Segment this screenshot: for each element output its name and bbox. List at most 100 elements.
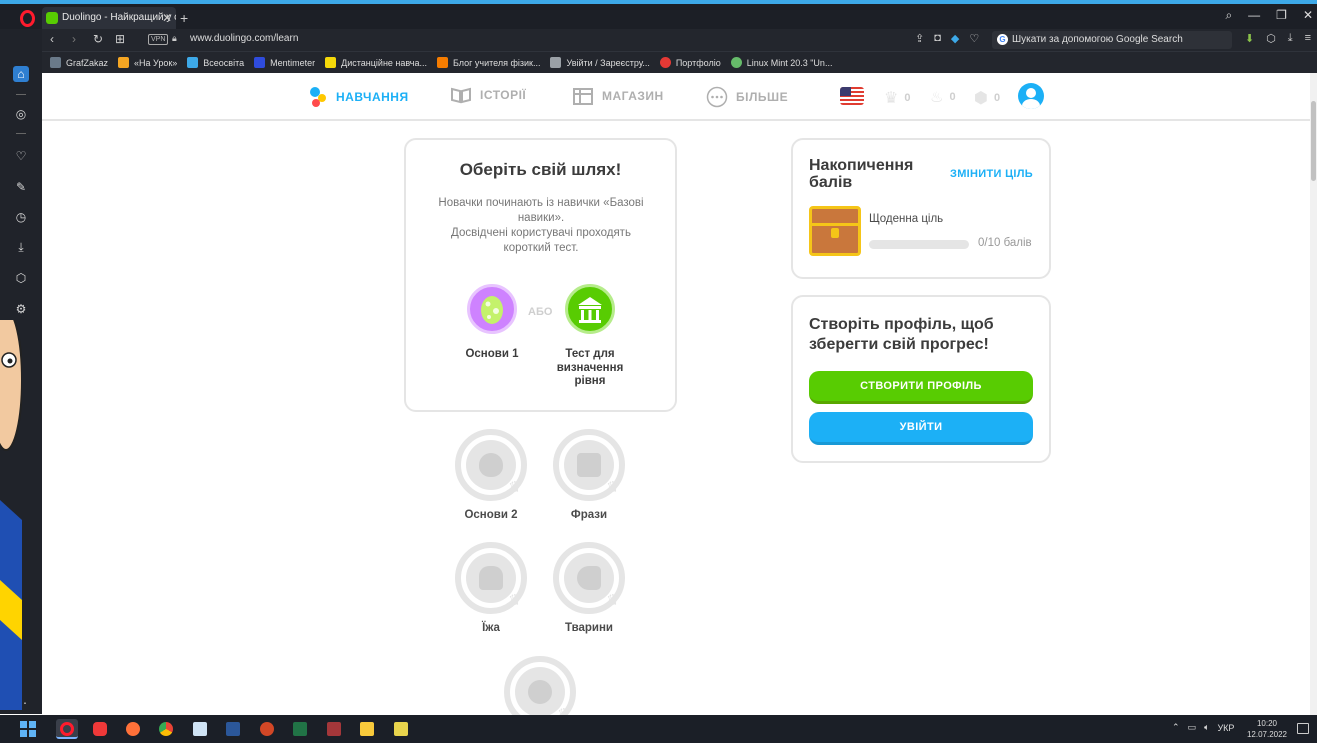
us-flag-icon[interactable] xyxy=(840,87,864,105)
language-indicator[interactable]: УКР xyxy=(1217,723,1234,733)
heart-icon[interactable]: ♡ xyxy=(13,148,29,164)
taskbar-vivaldi-icon[interactable] xyxy=(89,719,111,739)
egg-icon xyxy=(479,453,503,477)
tab-close-icon[interactable]: ✕ xyxy=(162,7,172,29)
cube-icon[interactable]: ⬡ xyxy=(1266,32,1276,45)
profile-avatar[interactable] xyxy=(1018,83,1044,109)
reload-icon[interactable]: ↻ xyxy=(93,32,103,46)
taskbar-explorer-icon[interactable] xyxy=(356,719,378,739)
network-icon[interactable]: ▭ xyxy=(1188,722,1197,733)
tray-chevron-icon[interactable]: ⌃ xyxy=(1172,722,1180,733)
egg-icon xyxy=(467,284,517,334)
login-button[interactable]: УВІЙТИ xyxy=(809,412,1033,445)
choose-path-title: Оберіть свій шлях! xyxy=(459,160,622,179)
skill-circle: ♛ xyxy=(553,542,625,614)
vpn-badge[interactable]: VPN xyxy=(148,34,169,45)
flower-icon xyxy=(528,680,552,704)
menu-icon[interactable]: ≡ xyxy=(1305,32,1311,45)
cube-icon[interactable]: ⬡ xyxy=(13,270,29,286)
change-goal-link[interactable]: ЗМІНИТИ ЦІЛЬ xyxy=(950,168,1033,180)
basics-1-label: Основи 1 xyxy=(465,348,519,360)
download-icon[interactable]: ⤓ xyxy=(13,239,29,255)
nav-shop[interactable]: МАГАЗИН xyxy=(572,86,664,106)
windows-start-icon[interactable] xyxy=(20,721,36,737)
nav-more[interactable]: БІЛЬШЕ xyxy=(706,86,788,108)
shop-icon xyxy=(573,88,593,105)
crowns-stat[interactable]: ♛ 0 xyxy=(884,88,910,108)
lock-icon[interactable]: 🔒︎ xyxy=(172,33,177,44)
bookmark-item[interactable]: Mentimeter xyxy=(254,57,315,68)
browser-tab-duolingo[interactable]: Duolingo - Найкращий у с ✕ xyxy=(42,7,176,29)
scrollbar-thumb[interactable] xyxy=(1311,101,1316,181)
opera-logo-icon[interactable] xyxy=(20,10,35,27)
shield-icon[interactable]: ◆ xyxy=(951,32,959,45)
taskbar-chrome-icon[interactable] xyxy=(155,719,177,739)
taskbar-notepad-icon[interactable] xyxy=(189,719,211,739)
taskbar-opera-icon[interactable] xyxy=(56,719,78,739)
taskbar-word-icon[interactable] xyxy=(222,719,244,739)
restore-icon[interactable]: ❐ xyxy=(1276,8,1287,23)
bookmark-item[interactable]: Linux Mint 20.3 "Un... xyxy=(730,57,832,68)
forward-icon[interactable]: › xyxy=(72,32,76,46)
taskbar-access-icon[interactable] xyxy=(323,719,345,739)
taskbar-app-icon[interactable] xyxy=(390,719,412,739)
skill-basics-2[interactable]: ♛ Основи 2 xyxy=(436,429,546,521)
google-icon: G xyxy=(997,34,1008,45)
minimize-icon[interactable]: — xyxy=(1248,8,1260,23)
tabs-grid-icon[interactable]: ⊞ xyxy=(115,32,125,46)
player-icon[interactable]: ◎ xyxy=(13,106,29,122)
skill-food[interactable]: ♛ Їжа xyxy=(436,542,546,634)
create-profile-title: Створіть профіль, щоб зберегти свій прог… xyxy=(809,316,994,353)
back-icon[interactable]: ‹ xyxy=(50,32,54,46)
share-icon[interactable]: ⇪ xyxy=(915,32,924,45)
nav-stories[interactable]: ІСТОРІЇ xyxy=(450,86,526,104)
page-scrollbar[interactable] xyxy=(1310,73,1317,715)
google-search-input[interactable]: G Шукати за допомогою Google Search xyxy=(992,31,1232,49)
skill-phrases[interactable]: ♛ Фрази xyxy=(534,429,644,521)
address-actions: ⇪ ◘ ◆ ♡ xyxy=(915,32,979,45)
skill-animals[interactable]: ♛ Тварини xyxy=(534,542,644,634)
edit-icon[interactable]: ✎ xyxy=(13,179,29,195)
placement-test-option[interactable]: Тест для визначення рівня xyxy=(550,284,630,389)
bookmark-item[interactable]: Всеосвіта xyxy=(187,57,244,68)
taskbar-firefox-icon[interactable] xyxy=(122,719,144,739)
gems-stat[interactable]: ⬢ 0 xyxy=(974,88,1000,108)
bookmark-item[interactable]: GrafZakaz xyxy=(50,57,108,68)
window-controls: ⌕ — ❐ ✕ xyxy=(1225,8,1313,23)
download-icon[interactable]: ⤓ xyxy=(1288,32,1293,45)
home-icon[interactable]: ⌂ xyxy=(13,66,29,82)
bookmark-item[interactable]: Блог учителя фізик... xyxy=(436,57,540,68)
bookmark-item[interactable]: Дистанційне навча... xyxy=(325,57,427,68)
bookmark-item[interactable]: «На Урок» xyxy=(118,57,177,68)
settings-icon[interactable]: ⚙ xyxy=(13,301,29,317)
heart-icon[interactable]: ♡ xyxy=(969,32,979,45)
browser-search-icon[interactable]: ⌕ xyxy=(1225,8,1232,23)
basics-1-option[interactable]: Основи 1 xyxy=(452,284,532,362)
close-window-icon[interactable]: ✕ xyxy=(1303,8,1313,23)
taskbar-excel-icon[interactable] xyxy=(289,719,311,739)
url-field[interactable]: www.duolingo.com/learn xyxy=(190,33,298,44)
bookmark-label: Mentimeter xyxy=(270,57,316,68)
gem-icon: ⬢ xyxy=(974,90,988,107)
bookmark-icon xyxy=(118,57,130,68)
burger-icon xyxy=(479,566,503,590)
skill-next[interactable]: ♛ xyxy=(485,656,595,715)
camera-icon[interactable]: ◘ xyxy=(934,32,941,45)
extension-icon[interactable]: ⬇ xyxy=(1245,32,1254,45)
taskbar-clock[interactable]: 10:20 12.07.2022 xyxy=(1245,718,1289,740)
notification-icon[interactable] xyxy=(1297,723,1309,734)
skill-label: Їжа xyxy=(482,622,500,634)
history-icon[interactable]: ◷ xyxy=(13,209,29,225)
new-tab-button[interactable]: + xyxy=(180,7,188,29)
taskbar-powerpoint-icon[interactable] xyxy=(256,719,278,739)
top-navigation: НАВЧАННЯ ІСТОРІЇ МАГАЗИН БІЛЬШЕ ♛ 0 ♨ 0 … xyxy=(42,73,1317,121)
bookmark-item[interactable]: Увійти / Зареєстру... xyxy=(550,57,650,68)
bookmark-icon xyxy=(659,57,671,68)
nav-learn[interactable]: НАВЧАННЯ xyxy=(308,86,409,108)
nav-stories-label: ІСТОРІЇ xyxy=(480,88,527,102)
bookmark-icon xyxy=(436,57,448,68)
bookmark-item[interactable]: Портфоліо xyxy=(659,57,721,68)
streak-stat[interactable]: ♨ 0 xyxy=(930,88,956,106)
volume-icon[interactable]: 🔈︎ xyxy=(1204,722,1209,733)
create-profile-button[interactable]: СТВОРИТИ ПРОФІЛЬ xyxy=(809,371,1033,404)
